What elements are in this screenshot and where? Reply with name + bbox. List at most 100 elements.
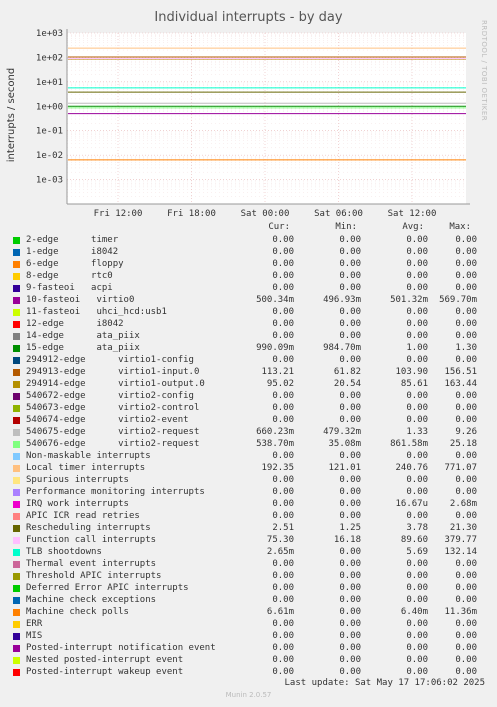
x-tick-label: Sat 00:00 xyxy=(241,209,290,219)
legend-value: 132.14 xyxy=(444,547,477,557)
legend-swatch xyxy=(13,381,20,388)
legend-label: 6-edge floppy xyxy=(26,259,124,269)
legend-label: 294914-edge virtio1-output.0 xyxy=(26,379,205,389)
legend-label: Machine check exceptions xyxy=(26,595,157,605)
legend-row: TLB shootdowns 2.65m 0.00 5.69 132.14 xyxy=(0,546,497,558)
legend-value: 0.00 xyxy=(455,643,477,653)
legend-row: 2-edge timer 0.00 0.00 0.00 0.00 xyxy=(0,234,497,246)
header-min: Min: xyxy=(335,222,357,232)
legend-label: 11-fasteoi uhci_hcd:usb1 xyxy=(26,307,167,317)
legend-value: 0.00 xyxy=(339,583,361,593)
y-tick-label: 1e-02 xyxy=(36,151,63,161)
legend-label: 294913-edge virtio1-input.0 xyxy=(26,367,200,377)
y-tick-label: 1e+03 xyxy=(36,29,63,39)
legend-value: 0.00 xyxy=(455,475,477,485)
legend-row: 8-edge rtc0 0.00 0.00 0.00 0.00 xyxy=(0,270,497,282)
legend-value: 0.00 xyxy=(455,247,477,257)
legend-value: 11.36m xyxy=(444,607,477,617)
legend-swatch xyxy=(13,489,20,496)
legend-swatch xyxy=(13,621,20,628)
legend-value: 20.54 xyxy=(333,379,361,389)
legend-value: 0.00 xyxy=(339,331,361,341)
legend-value: 0.00 xyxy=(272,631,294,641)
legend-row: Non-maskable interrupts 0.00 0.00 0.00 0.00 xyxy=(0,450,497,462)
legend-value: 0.00 xyxy=(339,247,361,257)
y-tick-label: 1e+02 xyxy=(36,53,63,63)
legend-label: 12-edge i8042 xyxy=(26,319,124,329)
legend-value: 538.70m xyxy=(256,439,294,449)
legend-label: Nested posted-interrupt event xyxy=(26,655,184,665)
legend-value: 21.30 xyxy=(449,523,477,533)
legend-value: 0.00 xyxy=(455,283,477,293)
legend-value: 0.00 xyxy=(455,487,477,497)
legend-value: 0.00 xyxy=(272,235,294,245)
legend-row: Threshold APIC interrupts 0.00 0.00 0.00 0.0… xyxy=(0,570,497,582)
legend-value: 0.00 xyxy=(455,259,477,269)
chart-plot: 1e+03 1e+02 1e+01 1e+00 1e-01 1e-02 1e-03 Fri … xyxy=(6,29,470,219)
legend-swatch xyxy=(13,585,20,592)
legend-value: 0.00 xyxy=(339,475,361,485)
legend-value: 984.70m xyxy=(323,343,361,353)
legend-value: 2.51 xyxy=(272,523,294,533)
legend-swatch xyxy=(13,537,20,544)
legend-value: 0.00 xyxy=(339,487,361,497)
legend-label: 15-edge ata_piix xyxy=(26,343,140,353)
legend-row: 10-fasteoi virtio0 500.34m 496.93m 501.32m 5… xyxy=(0,294,497,306)
legend-value: 0.00 xyxy=(339,235,361,245)
legend-row: Posted-interrupt notification event 0.00 0… xyxy=(0,642,497,654)
legend-row: Nested posted-interrupt event 0.00 0.00 0.0… xyxy=(0,654,497,666)
legend-value: 0.00 xyxy=(339,631,361,641)
legend-value: 0.00 xyxy=(272,475,294,485)
legend-value: 61.82 xyxy=(333,367,361,377)
legend-swatch xyxy=(13,561,20,568)
legend-label: ERR xyxy=(26,619,43,629)
legend-value: 0.00 xyxy=(272,355,294,365)
legend-row: 294913-edge virtio1-input.0 113.21 61.82 10… xyxy=(0,366,497,378)
legend-value: 0.00 xyxy=(455,631,477,641)
legend-label: 9-fasteoi acpi xyxy=(26,283,113,293)
legend-label: 540672-edge virtio2-config xyxy=(26,391,194,401)
legend-label: 294912-edge virtio1-config xyxy=(26,355,194,365)
legend-value: 479.32m xyxy=(323,427,361,437)
legend-swatch xyxy=(13,345,20,352)
legend-value: 0.00 xyxy=(455,583,477,593)
legend-value: 0.00 xyxy=(339,403,361,413)
y-axis-label: interrupts / second xyxy=(6,68,17,162)
legend-value: 0.00 xyxy=(272,259,294,269)
legend-value: 0.00 xyxy=(455,667,477,677)
legend-value: 0.00 xyxy=(272,331,294,341)
legend-row: 540676-edge virtio2-request 538.70m 35.08m… xyxy=(0,438,497,450)
legend-row: Function call interrupts 75.30 16.18 89.60 3… xyxy=(0,534,497,546)
x-tick-label: Fri 12:00 xyxy=(94,209,143,219)
legend-value: 0.00 xyxy=(455,415,477,425)
legend-value: 156.51 xyxy=(444,367,477,377)
legend-row: 15-edge ata_piix 990.09m 984.70m 1.00 1.30 xyxy=(0,342,497,354)
legend-label: 10-fasteoi virtio0 xyxy=(26,295,135,305)
legend-value: 0.00 xyxy=(339,283,361,293)
legend-value: 0.00 xyxy=(455,331,477,341)
legend-swatch xyxy=(13,465,20,472)
legend-row: Deferred Error APIC interrupts 0.00 0.00 0.… xyxy=(0,582,497,594)
legend-value: 0.00 xyxy=(339,415,361,425)
legend-row: Posted-interrupt wakeup event 0.00 0.00 0.0… xyxy=(0,666,497,678)
legend-swatch xyxy=(13,369,20,376)
legend-swatch xyxy=(13,645,20,652)
legend-swatch xyxy=(13,417,20,424)
legend-row: 1-edge i8042 0.00 0.00 0.00 0.00 xyxy=(0,246,497,258)
legend-label: Machine check polls xyxy=(26,607,129,617)
legend-swatch xyxy=(13,549,20,556)
header-max: Max: xyxy=(449,222,471,232)
x-tick-label: Sat 06:00 xyxy=(314,209,363,219)
legend-value: 0.00 xyxy=(455,403,477,413)
legend-row: Spurious interrupts 0.00 0.00 0.00 0.00 xyxy=(0,474,497,486)
legend-value: 1.25 xyxy=(339,523,361,533)
legend-value: 0.00 xyxy=(339,451,361,461)
legend-value: 16.18 xyxy=(333,535,361,545)
legend-row: APIC ICR read retries 0.00 0.00 0.00 0.00 xyxy=(0,510,497,522)
legend-label: Non-maskable interrupts xyxy=(26,451,151,461)
legend-label: Local timer interrupts xyxy=(26,463,146,473)
legend-swatch xyxy=(13,321,20,328)
legend-value: 0.00 xyxy=(339,655,361,665)
legend-swatch xyxy=(13,357,20,364)
legend-value: 0.00 xyxy=(272,247,294,257)
